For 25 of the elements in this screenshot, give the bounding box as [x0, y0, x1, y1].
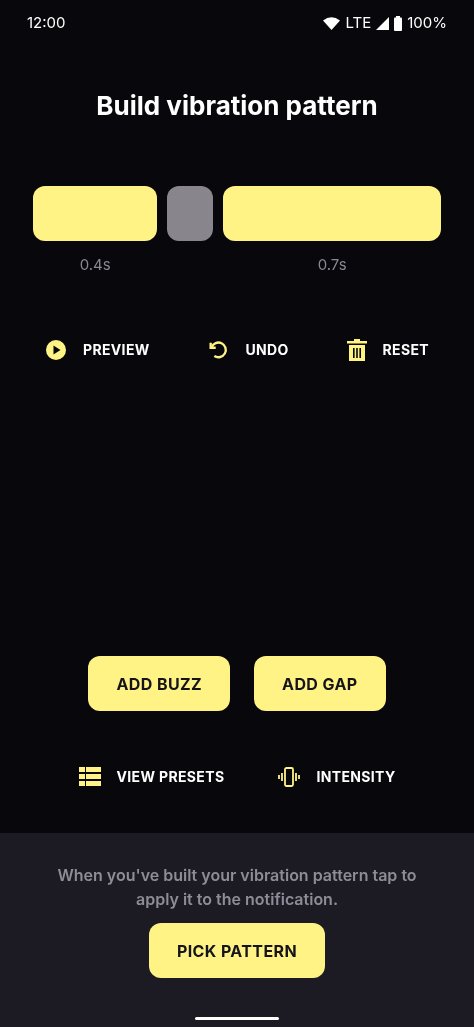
- buzz-segment[interactable]: [33, 186, 158, 241]
- wifi-icon: [323, 16, 341, 30]
- duration-label: 0.4s: [79, 254, 111, 276]
- link-button[interactable]: VIEW PRESETS: [78, 766, 225, 787]
- action-button[interactable]: PREVIEW: [45, 338, 150, 361]
- list-icon: [78, 767, 101, 786]
- status-time: 12:00: [27, 11, 66, 34]
- play-icon: [45, 338, 67, 361]
- battery-icon: [394, 15, 403, 31]
- add-button[interactable]: ADD BUZZ: [88, 656, 231, 711]
- pick-pattern-button[interactable]: PICK PATTERN: [148, 923, 326, 978]
- vibrate-icon: [278, 766, 301, 787]
- action-button[interactable]: UNDO: [207, 338, 289, 361]
- link-button[interactable]: INTENSITY: [278, 766, 396, 787]
- signal-icon: [376, 16, 390, 30]
- action-button[interactable]: RESET: [346, 338, 429, 361]
- duration-label: 0.7s: [317, 254, 347, 276]
- hint-text: When you've built your vibration pattern tap to apply it to the notification.: [56, 864, 418, 911]
- trash-icon: [346, 338, 367, 361]
- battery-percent: 100%: [407, 11, 447, 34]
- gap-segment[interactable]: [167, 186, 214, 241]
- add-button[interactable]: ADD GAP: [254, 656, 386, 711]
- network-label: LTE: [345, 11, 372, 34]
- page-title: Build vibration pattern: [95, 89, 379, 123]
- undo-icon: [207, 338, 230, 361]
